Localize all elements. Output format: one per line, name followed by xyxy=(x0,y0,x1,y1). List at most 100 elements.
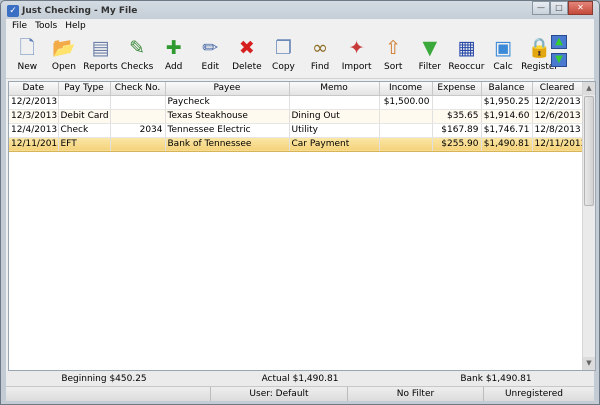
scroll-down-button[interactable]: ▼ xyxy=(583,357,595,370)
scroll-up-button[interactable]: ▲ xyxy=(583,82,595,95)
cell-payee[interactable]: Bank of Tennessee xyxy=(165,137,290,152)
cell-balance[interactable]: $1,950.25 xyxy=(481,95,533,110)
actual-balance: Actual $1,490.81 xyxy=(261,374,339,384)
cell-memo[interactable] xyxy=(289,95,380,110)
menu-bar: File Tools Help xyxy=(6,19,594,33)
toolbar-copy-button[interactable]: ❐ Copy xyxy=(265,33,302,78)
toolbar-label: Copy xyxy=(272,62,295,72)
cell-balance[interactable]: $1,746.71 xyxy=(481,123,533,138)
toolbar-open-button[interactable]: 📂 Open xyxy=(46,33,83,78)
column-header[interactable]: Pay Type xyxy=(58,82,111,96)
cell-income[interactable] xyxy=(379,123,433,138)
toolbar-label: Open xyxy=(51,62,76,72)
cell-cleared[interactable]: 12/8/2013 xyxy=(532,123,583,138)
cell-income[interactable] xyxy=(379,109,433,124)
toolbar-label: Delete xyxy=(232,62,262,72)
column-header[interactable]: Balance xyxy=(481,82,533,96)
reports-icon: ▤ xyxy=(91,37,110,59)
cell-date[interactable]: 12/3/2013 xyxy=(9,109,59,124)
toolbar-label: Checks xyxy=(120,62,154,72)
menu-tools[interactable]: Tools xyxy=(31,19,61,33)
cell-payee[interactable]: Tennessee Electric xyxy=(165,123,290,138)
delete-icon: ✖ xyxy=(238,37,255,59)
toolbar-reoccur-button[interactable]: ▦ Reoccur xyxy=(448,33,485,78)
scroll-thumb[interactable] xyxy=(584,96,594,206)
cell-cleared[interactable]: 12/11/2013 xyxy=(532,137,583,152)
transactions-grid: Date Pay Type Check No. Payee Memo Income Expe… xyxy=(8,81,596,371)
toolbar: 🗋 New 📂 Open ▤ Reports ✎ Checks ✚ Add ✏ Edit ✖ Delete… xyxy=(6,33,594,79)
toolbar-edit-button[interactable]: ✏ Edit xyxy=(192,33,229,78)
cell-expense[interactable] xyxy=(432,95,482,110)
close-button[interactable]: ✕ xyxy=(568,1,593,15)
vertical-scrollbar[interactable]: ▲ ▼ xyxy=(582,82,595,370)
cell-memo[interactable]: Car Payment xyxy=(289,137,380,152)
toolbar-label: Edit xyxy=(201,62,219,72)
move-up-icon[interactable]: ▲ xyxy=(551,35,567,49)
minimize-button[interactable]: — xyxy=(532,1,550,15)
cell-cleared[interactable]: 12/6/2013 xyxy=(532,109,583,124)
cell-pay-type[interactable]: EFT xyxy=(58,137,111,152)
column-header[interactable]: Cleared xyxy=(532,82,583,96)
move-down-icon[interactable]: ▼ xyxy=(551,53,567,67)
cell-income[interactable]: $1,500.00 xyxy=(379,95,433,110)
table-row[interactable]: 12/2/2013 Paycheck $1,500.00 $1,950.25 12/2/… xyxy=(9,95,583,110)
edit-icon: ✏ xyxy=(202,37,219,59)
calculator-icon: ▣ xyxy=(494,37,512,59)
toolbar-calc-button[interactable]: ▣ Calc xyxy=(485,33,522,78)
cell-payee[interactable]: Texas Steakhouse xyxy=(165,109,290,124)
status-empty xyxy=(6,387,211,401)
table-row[interactable]: 12/11/2013 EFT Bank of Tennessee Car Paymen… xyxy=(9,137,583,152)
cell-expense[interactable]: $35.65 xyxy=(432,109,482,124)
cell-check-no[interactable]: 2034 xyxy=(110,123,166,138)
new-file-icon: 🗋 xyxy=(19,37,35,59)
toolbar-sort-button[interactable]: ⇧ Sort xyxy=(375,33,412,78)
column-header[interactable]: Date xyxy=(9,82,59,96)
cell-balance[interactable]: $1,490.81 xyxy=(481,137,533,152)
cell-check-no[interactable] xyxy=(110,109,166,124)
cell-date[interactable]: 12/4/2013 xyxy=(9,123,59,138)
toolbar-filter-button[interactable]: ▼ Filter xyxy=(412,33,449,78)
magic-wand-icon: ✦ xyxy=(348,37,365,59)
cell-cleared[interactable]: 12/2/2013 xyxy=(532,95,583,110)
menu-file[interactable]: File xyxy=(8,19,31,33)
padlock-icon: 🔒 xyxy=(527,37,552,59)
cell-income[interactable] xyxy=(379,137,433,152)
app-icon: ✓ xyxy=(7,5,19,17)
cell-memo[interactable]: Utility xyxy=(289,123,380,138)
cell-memo[interactable]: Dining Out xyxy=(289,109,380,124)
maximize-button[interactable]: □ xyxy=(550,1,568,15)
toolbar-import-button[interactable]: ✦ Import xyxy=(338,33,375,78)
binoculars-icon: ∞ xyxy=(312,37,328,59)
column-header[interactable]: Payee xyxy=(165,82,290,96)
menu-help[interactable]: Help xyxy=(61,19,90,33)
cell-pay-type[interactable]: Check xyxy=(58,123,111,138)
cell-expense[interactable]: $167.89 xyxy=(432,123,482,138)
toolbar-delete-button[interactable]: ✖ Delete xyxy=(229,33,266,78)
toolbar-label: Reoccur xyxy=(448,62,485,72)
table-row[interactable]: 12/3/2013 Debit Card Texas Steakhouse Dinin… xyxy=(9,109,583,124)
column-header[interactable]: Check No. xyxy=(110,82,166,96)
cell-check-no[interactable] xyxy=(110,137,166,152)
window-title: Just Checking - My File xyxy=(22,6,138,16)
column-header[interactable]: Income xyxy=(379,82,433,96)
cell-balance[interactable]: $1,914.60 xyxy=(481,109,533,124)
table-row[interactable]: 12/4/2013 Check 2034 Tennessee Electric Util… xyxy=(9,123,583,138)
toolbar-label: Reports xyxy=(83,62,118,72)
cell-pay-type[interactable] xyxy=(58,95,111,110)
bank-balance: Bank $1,490.81 xyxy=(460,374,532,384)
column-header[interactable]: Expense xyxy=(432,82,482,96)
cell-pay-type[interactable]: Debit Card xyxy=(58,109,111,124)
toolbar-new-button[interactable]: 🗋 New xyxy=(9,33,46,78)
cell-date[interactable]: 12/2/2013 xyxy=(9,95,59,110)
cell-date[interactable]: 12/11/2013 xyxy=(9,137,59,152)
toolbar-reports-button[interactable]: ▤ Reports xyxy=(82,33,119,78)
cell-expense[interactable]: $255.90 xyxy=(432,137,482,152)
cell-check-no[interactable] xyxy=(110,95,166,110)
toolbar-add-button[interactable]: ✚ Add xyxy=(155,33,192,78)
toolbar-checks-button[interactable]: ✎ Checks xyxy=(119,33,156,78)
toolbar-find-button[interactable]: ∞ Find xyxy=(302,33,339,78)
column-header[interactable]: Memo xyxy=(289,82,380,96)
cell-payee[interactable]: Paycheck xyxy=(165,95,290,110)
title-bar: ✓ Just Checking - My File xyxy=(7,3,137,19)
toolbar-label: Filter xyxy=(418,62,441,72)
